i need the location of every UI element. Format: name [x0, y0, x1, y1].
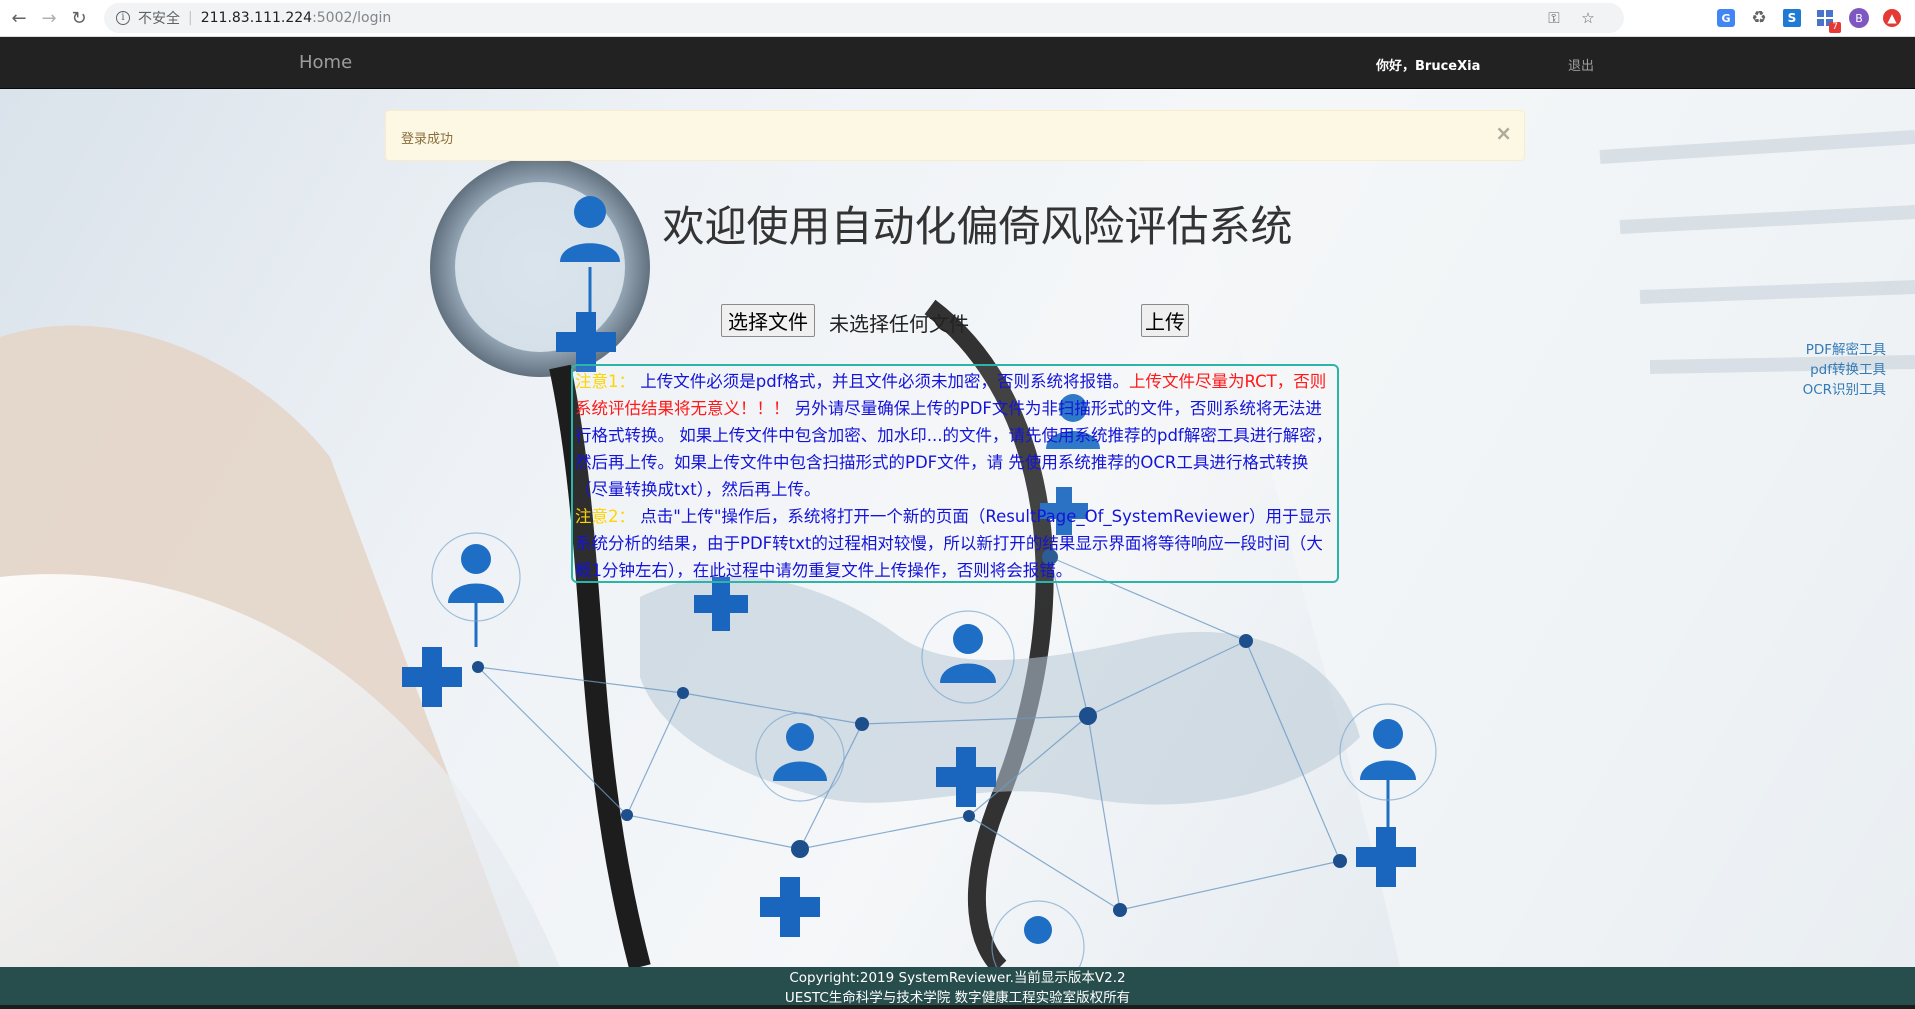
- alert-message: 登录成功: [401, 132, 454, 147]
- choose-file-button[interactable]: 选择文件: [721, 304, 815, 337]
- pdf-convert-tool-link[interactable]: pdf转换工具: [1803, 360, 1886, 380]
- footer-bottom-strip: [0, 1005, 1915, 1009]
- notice-text-1a: 上传文件必须是pdf格式，并且文件必须未加密，否则系统将报错。: [635, 372, 1130, 391]
- user-greeting: 你好，BruceXia: [1376, 59, 1481, 74]
- tool-links: PDF解密工具 pdf转换工具 OCR识别工具: [1803, 340, 1886, 400]
- file-status-text: 未选择任何文件: [829, 312, 969, 336]
- extension-icons: G ♻ S 7 B ▲: [1717, 8, 1915, 33]
- notice-text-2: 点击"上传"操作后，系统将打开一个新的页面（ResultPage_Of_Syst…: [575, 507, 1332, 580]
- key-icon[interactable]: ⚿: [1544, 8, 1564, 28]
- notice-label-1: 注意1：: [575, 372, 635, 391]
- login-success-alert: 登录成功 ×: [385, 110, 1525, 161]
- top-navbar: Home 你好，BruceXia 退出: [0, 37, 1915, 89]
- notice-label-2: 注意2：: [575, 507, 635, 526]
- nav-home-link[interactable]: Home: [299, 52, 352, 73]
- info-icon[interactable]: i: [116, 11, 130, 25]
- red-extension-icon[interactable]: ▲: [1883, 9, 1901, 27]
- extension-badge: 7: [1829, 22, 1841, 33]
- ocr-tool-link[interactable]: OCR识别工具: [1803, 380, 1886, 400]
- forward-arrow-icon[interactable]: →: [34, 3, 64, 33]
- url-host: 211.83.111.224: [200, 10, 313, 26]
- page-title: 欢迎使用自动化偏倚风险评估系统: [662, 202, 1293, 251]
- upload-button[interactable]: 上传: [1141, 304, 1189, 337]
- grid-extension-icon[interactable]: 7: [1815, 8, 1841, 33]
- reload-icon[interactable]: ↻: [64, 3, 94, 33]
- browser-toolbar: ← → ↻ i 不安全 | 211.83.111.224 :5002/login…: [0, 0, 1915, 37]
- notice-box: 注意1： 上传文件必须是pdf格式，并且文件必须未加密，否则系统将报错。上传文件…: [571, 364, 1339, 583]
- back-arrow-icon[interactable]: ←: [4, 3, 34, 33]
- address-separator: |: [188, 10, 193, 26]
- toolbar-icons: ⚿ ☆: [1544, 8, 1612, 28]
- close-icon[interactable]: ×: [1495, 123, 1512, 143]
- page-footer: Copyright:2019 SystemReviewer.当前显示版本V2.2…: [0, 967, 1915, 1009]
- url-path: :5002/login: [312, 10, 392, 26]
- translate-extension-icon[interactable]: G: [1717, 9, 1735, 27]
- logout-link[interactable]: 退出: [1568, 55, 1594, 74]
- address-bar[interactable]: i 不安全 | 211.83.111.224 :5002/login ⚿ ☆: [104, 3, 1624, 33]
- recycle-extension-icon[interactable]: ♻: [1749, 8, 1769, 28]
- profile-avatar[interactable]: B: [1849, 8, 1869, 28]
- pdf-decrypt-tool-link[interactable]: PDF解密工具: [1803, 340, 1886, 360]
- star-icon[interactable]: ☆: [1578, 8, 1598, 28]
- security-label: 不安全: [138, 11, 180, 27]
- s-extension-icon[interactable]: S: [1783, 9, 1801, 27]
- footer-copyright: Copyright:2019 SystemReviewer.当前显示版本V2.2: [789, 970, 1126, 986]
